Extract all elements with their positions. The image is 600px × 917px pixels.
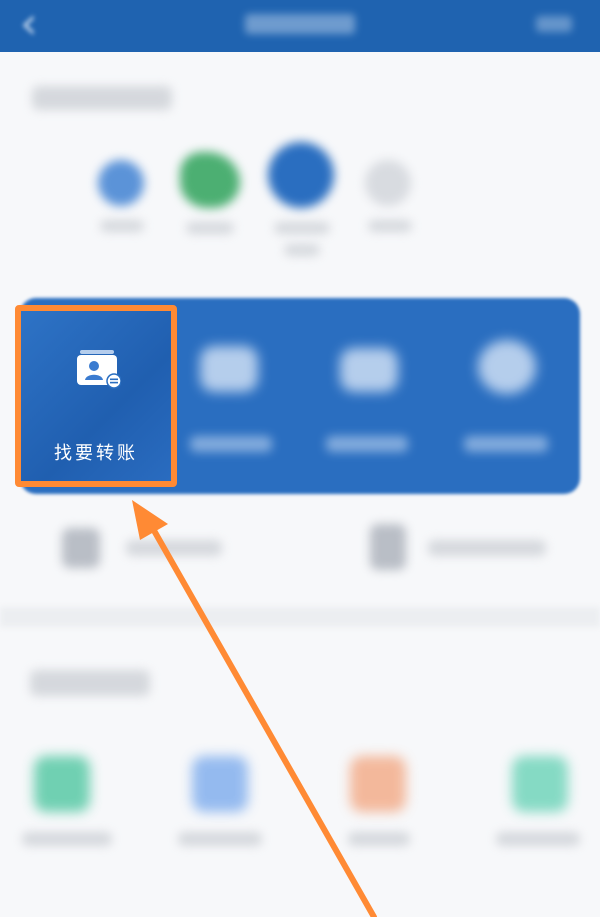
annotation-arrow xyxy=(132,500,377,917)
